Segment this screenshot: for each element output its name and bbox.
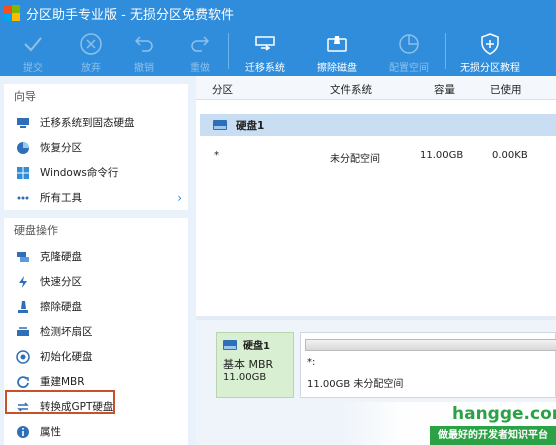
watermark-slogan: 做最好的开发者知识平台 — [430, 426, 556, 445]
wipe-disk-icon — [327, 36, 347, 52]
sidebar-item-windows-cmd[interactable]: Windows命令行 — [4, 160, 188, 185]
scan-sector-icon — [16, 325, 30, 339]
column-used[interactable]: 已使用 — [490, 82, 522, 97]
wipe-disk-button[interactable]: 擦除磁盘 — [301, 26, 373, 76]
rebuild-mbr-icon — [16, 375, 30, 389]
column-partition[interactable]: 分区 — [212, 82, 233, 97]
windows-icon — [16, 166, 30, 180]
cell-partition: * — [214, 150, 219, 161]
migrate-system-button[interactable]: 迁移系统 — [229, 26, 301, 76]
cancel-circle-icon — [80, 33, 102, 55]
disk-card-size: 11.00GB — [223, 372, 267, 383]
cell-used: 0.00KB — [492, 150, 528, 161]
cell-filesystem: 未分配空间 — [330, 154, 380, 165]
highlight-box — [5, 390, 115, 414]
commit-button[interactable]: 提交 — [0, 26, 66, 76]
disk-card-name: 硬盘1 — [243, 341, 270, 352]
check-icon — [24, 37, 42, 52]
toolbar: 提交 放弃 撤销 重做 迁移系统 擦除磁盘 配置空间 无损分区教程 — [0, 26, 556, 76]
sidebar-item-quick-partition[interactable]: 快速分区 — [4, 269, 188, 294]
allocate-space-button[interactable]: 配置空间 — [373, 26, 445, 76]
discard-button[interactable]: 放弃 — [66, 26, 116, 76]
more-icon — [16, 191, 30, 205]
disk-card-type: 基本 MBR — [223, 358, 274, 371]
sidebar-item-recover-partition[interactable]: 恢复分区 — [4, 135, 188, 160]
partition-card[interactable]: *: 11.00GB 未分配空间 — [300, 332, 556, 398]
cell-capacity: 11.00GB — [420, 150, 464, 161]
disk-ops-panel-title: 硬盘操作 — [14, 224, 58, 237]
sidebar-item-scan-sectors[interactable]: 检测坏扇区 — [4, 319, 188, 344]
column-filesystem[interactable]: 文件系统 — [330, 82, 372, 97]
migrate-system-icon — [255, 36, 275, 51]
sidebar-item-migrate-ssd[interactable]: 迁移系统到固态硬盘 — [4, 110, 188, 135]
init-disk-icon — [16, 349, 30, 364]
disk-icon — [223, 339, 237, 350]
disk-icon — [213, 120, 227, 130]
sidebar-item-clone-disk[interactable]: 克隆硬盘 — [4, 244, 188, 269]
shield-icon — [481, 33, 499, 55]
sidebar-item-wipe-disk[interactable]: 擦除硬盘 — [4, 294, 188, 319]
clone-disk-icon — [16, 250, 30, 264]
sidebar-item-init-disk[interactable]: 初始化硬盘 — [4, 344, 188, 369]
window-title: 分区助手专业版 - 无损分区免费软件 — [26, 7, 234, 23]
undo-button[interactable]: 撤销 — [116, 26, 172, 76]
eraser-icon — [16, 300, 30, 314]
partition-usage-bar — [305, 339, 556, 351]
undo-icon — [134, 36, 153, 52]
recover-partition-icon — [16, 141, 30, 155]
redo-icon — [191, 36, 210, 52]
migrate-ssd-icon — [16, 116, 30, 130]
lightning-icon — [16, 275, 30, 289]
partition-card-desc: 11.00GB 未分配空间 — [307, 379, 404, 390]
tutorial-button[interactable]: 无损分区教程 — [446, 26, 534, 76]
sidebar: 向导 迁移系统到固态硬盘 恢复分区 Windows命令行 所有工具 › 硬盘操作… — [0, 76, 196, 445]
main-area: 分区 文件系统 容量 已使用 硬盘1 * 未分配空间 11.00GB 0.00K… — [196, 76, 556, 445]
wizard-panel-title: 向导 — [14, 90, 36, 103]
wizard-panel: 向导 迁移系统到固态硬盘 恢复分区 Windows命令行 所有工具 › — [4, 84, 188, 210]
disk-group-label: 硬盘1 — [236, 119, 265, 132]
disk-card[interactable]: 硬盘1 基本 MBR 11.00GB — [216, 332, 294, 398]
sidebar-item-all-tools[interactable]: 所有工具 › — [4, 185, 188, 210]
info-icon — [16, 425, 30, 439]
title-bar: 分区助手专业版 - 无损分区免费软件 — [0, 0, 556, 26]
column-capacity[interactable]: 容量 — [434, 82, 455, 97]
disk-group-row[interactable]: 硬盘1 — [200, 114, 556, 136]
app-logo-icon — [4, 5, 20, 21]
sidebar-item-properties[interactable]: 属性 — [4, 419, 188, 444]
chevron-right-icon: › — [177, 190, 182, 205]
table-row[interactable]: * 未分配空间 11.00GB 0.00KB — [196, 146, 556, 166]
allocate-space-icon — [399, 34, 419, 54]
partition-card-label: *: — [307, 357, 316, 368]
table-header: 分区 文件系统 容量 已使用 — [196, 76, 556, 100]
watermark-site: hangge.com — [452, 404, 556, 424]
redo-button[interactable]: 重做 — [172, 26, 228, 76]
